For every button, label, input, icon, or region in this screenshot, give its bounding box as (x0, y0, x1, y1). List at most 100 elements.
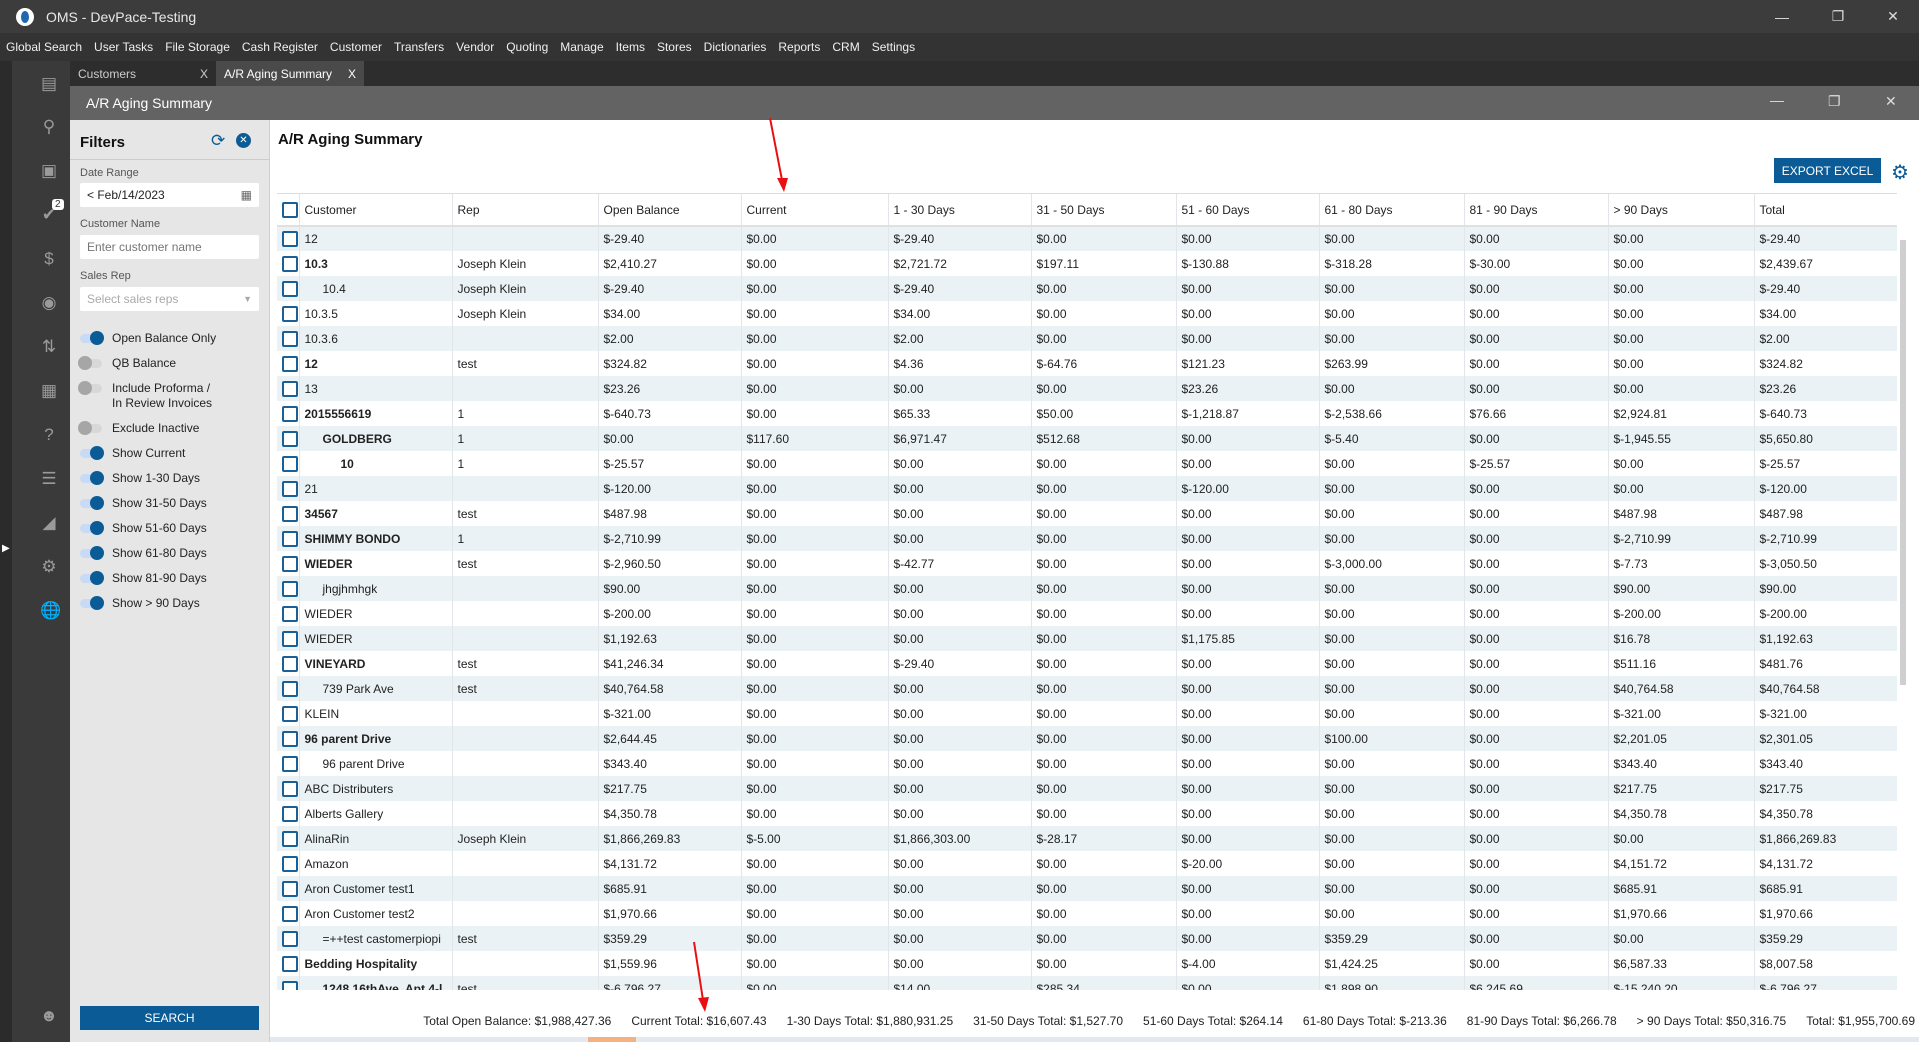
table-row[interactable]: =++test castomerpiopi test $359.29 $0.00 $0.… (277, 926, 1897, 951)
row-checkbox[interactable] (277, 826, 299, 851)
row-checkbox[interactable] (277, 926, 299, 951)
toggle-show-31-50-days[interactable]: Show 31-50 Days (80, 496, 207, 510)
column-header[interactable]: 1 - 30 Days (887, 194, 1031, 227)
column-header[interactable]: 31 - 50 Days (1030, 194, 1176, 227)
menu-item-quoting[interactable]: Quoting (506, 40, 548, 54)
table-row[interactable]: ABC Distributers $217.75 $0.00 $0.00 $0.00 $0… (277, 776, 1897, 801)
toggle-exclude-inactive[interactable]: Exclude Inactive (78, 421, 199, 435)
row-checkbox[interactable] (277, 226, 299, 251)
row-checkbox[interactable] (277, 401, 299, 426)
tab-customers[interactable]: Customers X (70, 61, 216, 86)
table-row[interactable]: AlinaRin Joseph Klein $1,866,269.83 $-5.00 $… (277, 826, 1897, 851)
table-row[interactable]: 1248 16thAve. Apt 4-l test $-6,796.27 $0.00… (277, 976, 1897, 990)
row-checkbox[interactable] (277, 551, 299, 576)
toggle-switch[interactable] (80, 446, 104, 460)
date-range-input[interactable]: < Feb/14/2023 ▦ (80, 183, 259, 207)
table-row[interactable]: 10 1 $-25.57 $0.00 $0.00 $0.00 $0.00 $0.00 $-25.… (277, 451, 1897, 476)
table-row[interactable]: SHIMMY BONDO 1 $-2,710.99 $0.00 $0.00 $0.00 $0… (277, 526, 1897, 551)
table-row[interactable]: jhgjhmhgk $90.00 $0.00 $0.00 $0.00 $0.00 $0.00… (277, 576, 1897, 601)
contact-icon[interactable]: ◉ (40, 294, 58, 312)
table-row[interactable]: WIEDER $-200.00 $0.00 $0.00 $0.00 $0.00 $0.00 $… (277, 601, 1897, 626)
column-header[interactable]: 81 - 90 Days (1463, 194, 1608, 227)
row-checkbox[interactable] (277, 726, 299, 751)
row-checkbox[interactable] (277, 751, 299, 776)
row-checkbox[interactable] (277, 476, 299, 501)
toggle-switch[interactable] (80, 471, 104, 485)
row-checkbox[interactable] (277, 901, 299, 926)
row-checkbox[interactable] (277, 276, 299, 301)
close-icon[interactable]: ✕ (1873, 0, 1913, 33)
toggle-open-balance-only[interactable]: Open Balance Only (80, 331, 216, 345)
toggle-switch[interactable] (80, 571, 104, 585)
table-row[interactable]: WIEDER test $-2,960.50 $0.00 $-42.77 $0.00 $0.… (277, 551, 1897, 576)
row-checkbox[interactable] (277, 626, 299, 651)
table-row[interactable]: 2015556619 1 $-640.73 $0.00 $65.33 $50.00 $-1,… (277, 401, 1897, 426)
menu-item-customer[interactable]: Customer (330, 40, 382, 54)
row-checkbox[interactable] (277, 251, 299, 276)
row-checkbox[interactable] (277, 701, 299, 726)
restore-icon[interactable]: ❐ (1818, 0, 1858, 33)
row-checkbox[interactable] (277, 851, 299, 876)
row-checkbox[interactable] (277, 976, 299, 990)
menu-item-vendor[interactable]: Vendor (456, 40, 494, 54)
toggle-show-61-80-days[interactable]: Show 61-80 Days (80, 546, 207, 560)
tab-close-icon[interactable]: X (200, 67, 208, 81)
select-all-checkbox[interactable] (277, 194, 299, 227)
table-row[interactable]: 10.3 Joseph Klein $2,410.27 $0.00 $2,721.72 $… (277, 251, 1897, 276)
toggle-switch[interactable] (78, 356, 102, 370)
table-scrollbar[interactable] (1900, 240, 1906, 685)
row-checkbox[interactable] (277, 426, 299, 451)
table-row[interactable]: Amazon $4,131.72 $0.00 $0.00 $0.00 $-20.00 $0.… (277, 851, 1897, 876)
table-row[interactable]: KLEIN $-321.00 $0.00 $0.00 $0.00 $0.00 $0.00 $0… (277, 701, 1897, 726)
clipboard-icon[interactable]: ☰ (40, 470, 58, 488)
tab-close-icon[interactable]: X (348, 67, 356, 81)
table-row[interactable]: 10.3.5 Joseph Klein $34.00 $0.00 $34.00 $0.00… (277, 301, 1897, 326)
help-clipboard-icon[interactable]: ? (40, 426, 58, 444)
table-row[interactable]: 34567 test $487.98 $0.00 $0.00 $0.00 $0.00 $0.0… (277, 501, 1897, 526)
row-checkbox[interactable] (277, 651, 299, 676)
table-row[interactable]: 21 $-120.00 $0.00 $0.00 $0.00 $-120.00 $0.00 $0… (277, 476, 1897, 501)
user-icon[interactable]: ☻ (40, 1007, 58, 1025)
menu-item-dictionaries[interactable]: Dictionaries (704, 40, 767, 54)
row-checkbox[interactable] (277, 501, 299, 526)
transfer-icon[interactable]: ⇅ (40, 338, 58, 356)
row-checkbox[interactable] (277, 351, 299, 376)
toggle-show-51-60-days[interactable]: Show 51-60 Days (80, 521, 207, 535)
menu-item-global-search[interactable]: Global Search (6, 40, 82, 54)
expand-arrow-icon[interactable]: ▶ (2, 543, 10, 554)
table-row[interactable]: 12 test $324.82 $0.00 $4.36 $-64.76 $121.23 $26… (277, 351, 1897, 376)
menu-item-cash-register[interactable]: Cash Register (242, 40, 318, 54)
column-header[interactable]: Current (740, 194, 888, 227)
row-checkbox[interactable] (277, 776, 299, 801)
table-row[interactable]: GOLDBERG 1 $0.00 $117.60 $6,971.47 $512.68 $0.… (277, 426, 1897, 451)
table-row[interactable]: 96 parent Drive $2,644.45 $0.00 $0.00 $0.00 $… (277, 726, 1897, 751)
gear-icon[interactable]: ⚙ (1891, 160, 1909, 185)
column-header[interactable]: Customer (298, 194, 452, 227)
refresh-icon[interactable]: ⟳ (211, 131, 225, 151)
table-row[interactable]: 96 parent Drive $343.40 $0.00 $0.00 $0.00 $0.… (277, 751, 1897, 776)
column-header[interactable]: 61 - 80 Days (1318, 194, 1464, 227)
folder-icon[interactable]: ▣ (40, 162, 58, 180)
row-checkbox[interactable] (277, 376, 299, 401)
toggle-show-current[interactable]: Show Current (80, 446, 185, 460)
table-row[interactable]: VINEYARD test $41,246.34 $0.00 $-29.40 $0.00 $… (277, 651, 1897, 676)
toggle-show-81-90-days[interactable]: Show 81-90 Days (80, 571, 207, 585)
toggle-qb-balance[interactable]: QB Balance (78, 356, 176, 370)
table-row[interactable]: 13 $23.26 $0.00 $0.00 $0.00 $23.26 $0.00 $0.00 $… (277, 376, 1897, 401)
toggle-switch[interactable] (80, 331, 104, 345)
table-row[interactable]: Aron Customer test1 $685.91 $0.00 $0.00 $0.0… (277, 876, 1897, 901)
row-checkbox[interactable] (277, 576, 299, 601)
menu-item-transfers[interactable]: Transfers (394, 40, 444, 54)
toggle-include-proforma-in-review-invoices[interactable]: Include Proforma / In Review Invoices (78, 381, 222, 411)
table-row[interactable]: 10.4 Joseph Klein $-29.40 $0.00 $-29.40 $0.00… (277, 276, 1897, 301)
store-icon[interactable]: ▦ (40, 382, 58, 400)
table-row[interactable]: Bedding Hospitality $1,559.96 $0.00 $0.00 $0… (277, 951, 1897, 976)
calendar-icon[interactable]: ▦ (241, 188, 252, 202)
search-button[interactable]: SEARCH (80, 1006, 259, 1030)
row-checkbox[interactable] (277, 951, 299, 976)
toggle-switch[interactable] (78, 381, 102, 395)
export-excel-button[interactable]: EXPORT EXCEL (1774, 158, 1881, 183)
menu-item-reports[interactable]: Reports (778, 40, 820, 54)
column-header[interactable]: Total (1753, 194, 1897, 227)
table-row[interactable]: 12 $-29.40 $0.00 $-29.40 $0.00 $0.00 $0.00 $0.0… (277, 226, 1897, 251)
